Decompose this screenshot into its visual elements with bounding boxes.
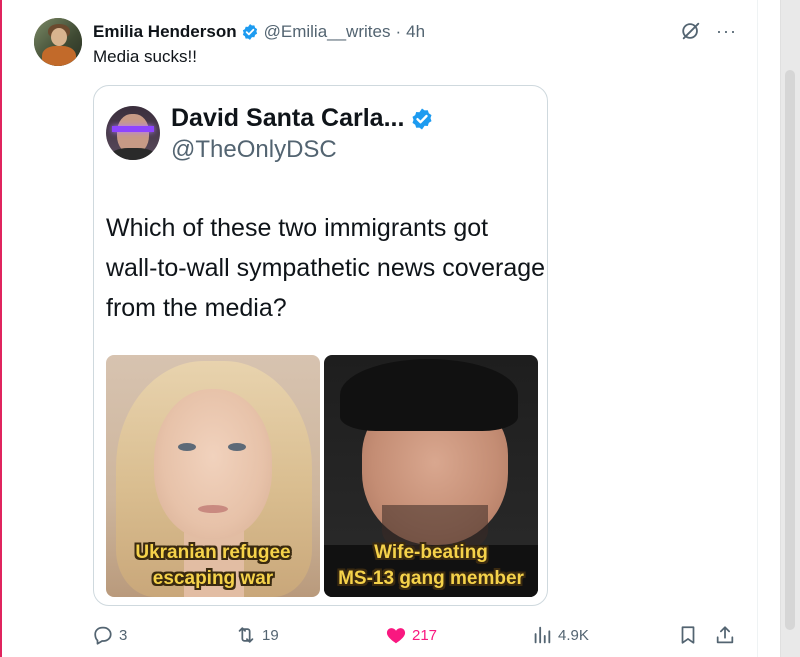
- quoted-author-handle: @TheOnlyDSC: [171, 136, 337, 163]
- retweet-icon: [238, 627, 254, 643]
- retweet-button[interactable]: 19: [235, 620, 279, 650]
- quoted-image-right[interactable]: Wife-beating MS-13 gang member: [324, 355, 538, 597]
- tweet-top-actions: ···: [680, 20, 737, 42]
- author-handle[interactable]: @Emilia__writes: [264, 22, 391, 42]
- bookmark-button[interactable]: [677, 620, 699, 650]
- tweet-text: Media sucks!!: [93, 47, 197, 66]
- reply-button[interactable]: 3: [92, 620, 127, 650]
- author-name[interactable]: Emilia Henderson: [93, 22, 237, 42]
- bookmark-icon: [681, 626, 695, 644]
- like-button[interactable]: 217: [385, 620, 437, 650]
- image-caption-line: MS-13 gang member: [338, 568, 524, 589]
- tweet-header: Emilia Henderson @Emilia__writes · 4h: [93, 21, 425, 43]
- views-icon: [534, 626, 551, 644]
- retweet-count: 19: [262, 626, 279, 644]
- verified-badge-icon: [412, 108, 432, 129]
- share-button[interactable]: [714, 620, 736, 650]
- tweet[interactable]: Emilia Henderson @Emilia__writes · 4h ··…: [0, 0, 757, 657]
- image-caption-line: escaping war: [152, 568, 274, 589]
- quoted-image-grid: Ukranian refugee escaping war Wife-beati…: [106, 355, 538, 597]
- image-caption-line: Ukranian refugee: [135, 542, 291, 563]
- verified-badge-icon[interactable]: [241, 23, 259, 41]
- grok-icon[interactable]: [680, 20, 702, 42]
- scrollbar[interactable]: [780, 0, 800, 657]
- reply-count: 3: [119, 626, 128, 644]
- quoted-author-name: David Santa Carla...: [171, 104, 405, 132]
- tweet-action-bar: 3 19 217 4.9K: [92, 620, 742, 650]
- image-caption-line: Wife-beating: [374, 542, 488, 563]
- separator-dot: ·: [395, 22, 402, 41]
- heart-icon: [386, 628, 406, 644]
- quoted-author-avatar: [106, 106, 160, 160]
- quoted-image-left[interactable]: Ukranian refugee escaping war: [106, 355, 320, 597]
- column-divider: [757, 0, 758, 657]
- quoted-author-row: David Santa Carla...: [171, 104, 434, 133]
- views-button[interactable]: 4.9K: [531, 620, 589, 650]
- author-avatar[interactable]: [34, 18, 82, 66]
- quoted-tweet-card[interactable]: David Santa Carla... @TheOnlyDSC Which o…: [93, 85, 548, 606]
- reply-icon: [94, 626, 112, 645]
- like-count: 217: [412, 626, 438, 644]
- tweet-timestamp[interactable]: 4h: [406, 22, 425, 42]
- scrollbar-thumb[interactable]: [785, 70, 795, 630]
- share-icon: [716, 626, 734, 644]
- more-icon[interactable]: ···: [716, 22, 737, 40]
- quoted-tweet-text: Which of these two immigrants got wall-t…: [106, 214, 546, 322]
- views-count: 4.9K: [558, 626, 589, 644]
